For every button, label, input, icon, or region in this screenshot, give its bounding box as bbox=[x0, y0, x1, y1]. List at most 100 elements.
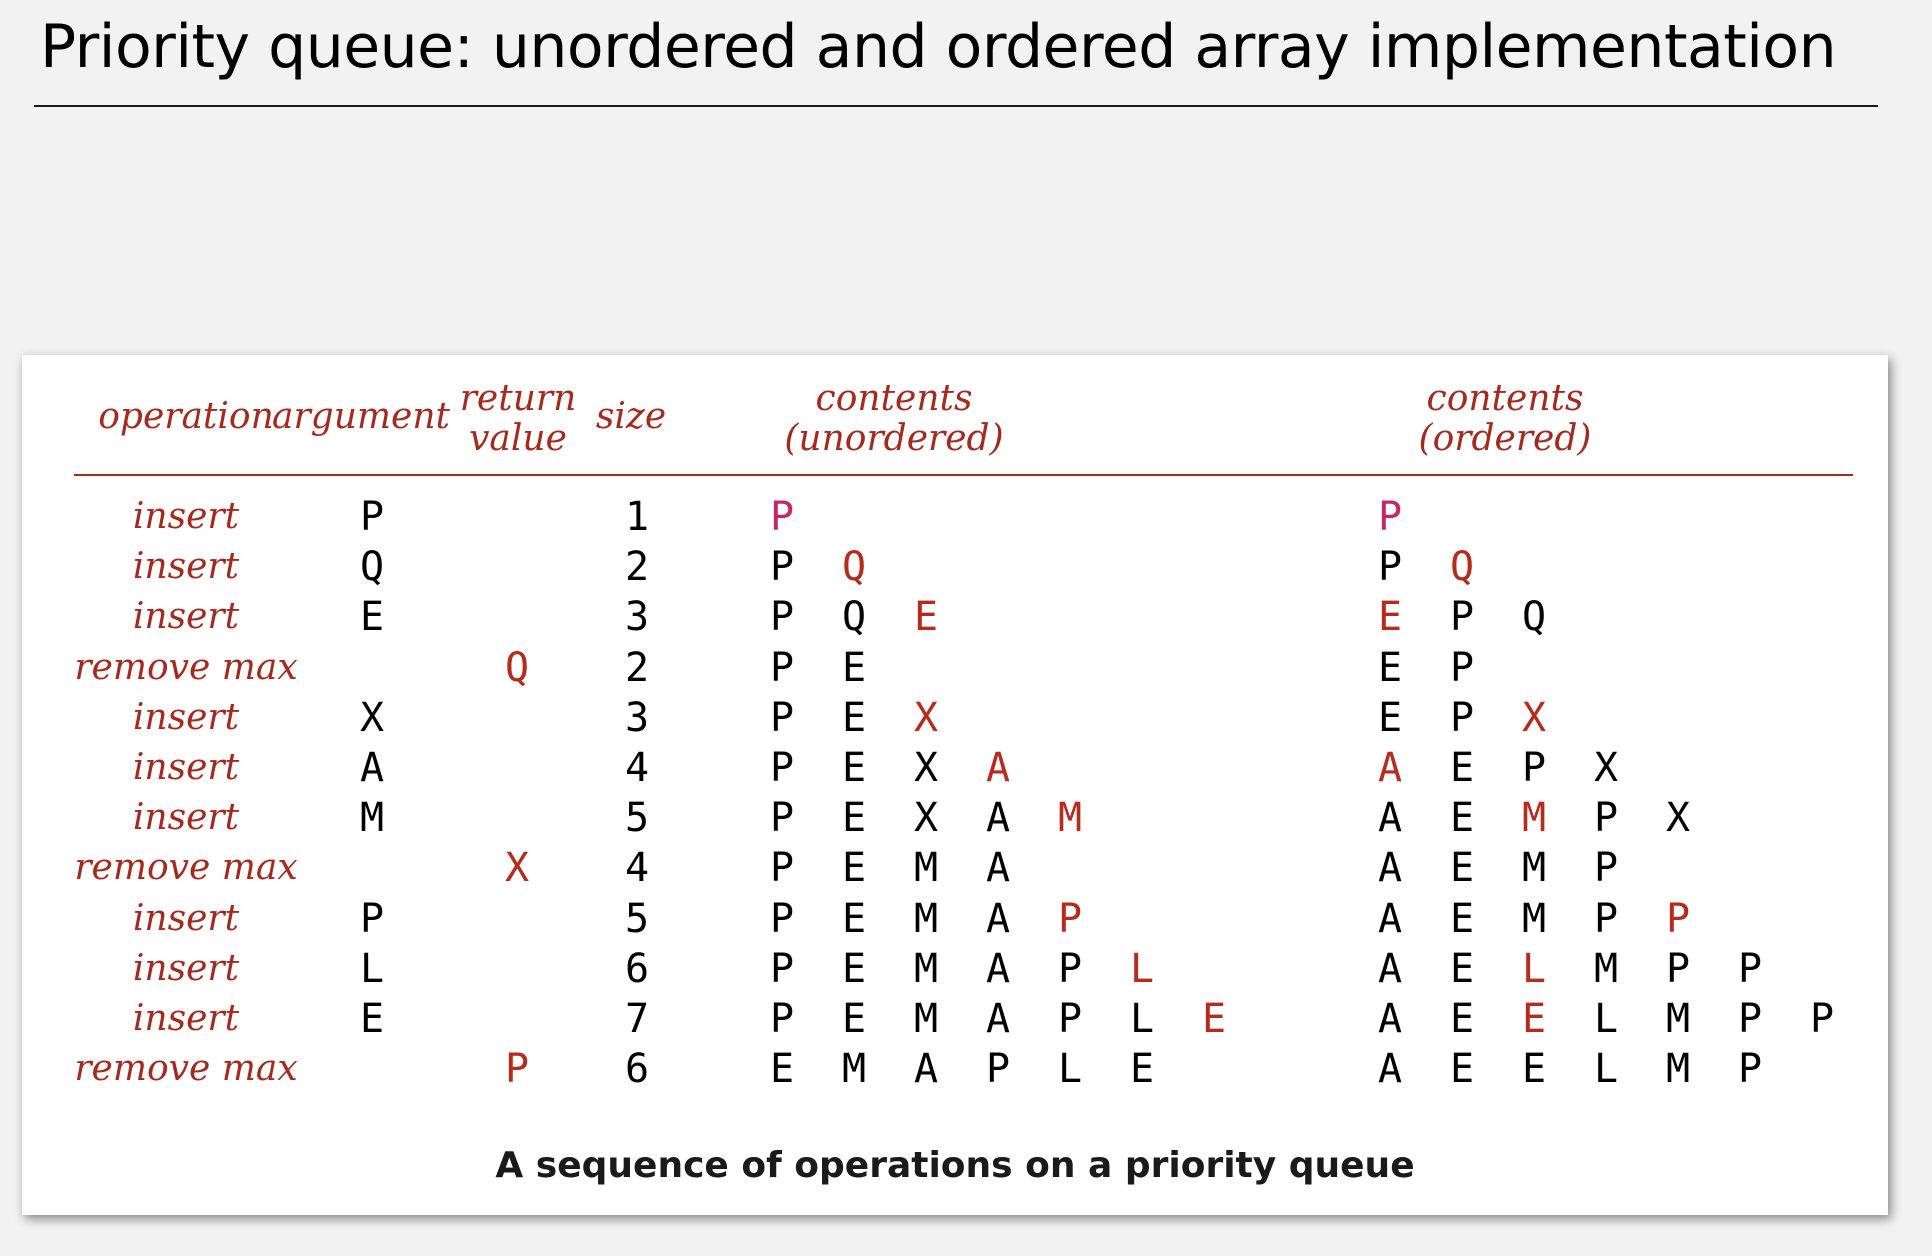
unordered-item: P bbox=[1057, 895, 1083, 942]
argument-cell: A bbox=[359, 745, 385, 791]
ordered-item: P bbox=[1593, 845, 1619, 892]
header-return-value: return value bbox=[460, 379, 577, 459]
header-return-value-line2: value bbox=[469, 418, 567, 459]
header-size-label: size bbox=[595, 396, 667, 437]
ordered-item: A bbox=[1377, 996, 1403, 1042]
operation-cell: remove max bbox=[74, 847, 298, 889]
ordered-item: A bbox=[1377, 745, 1403, 791]
header-divider bbox=[74, 474, 1853, 476]
unordered-item: M bbox=[1057, 795, 1083, 842]
unordered-item: P bbox=[769, 845, 795, 892]
argument-cell: P bbox=[359, 895, 385, 942]
operation-cell: insert bbox=[132, 696, 240, 738]
ordered-item: P bbox=[1377, 544, 1403, 591]
unordered-item: P bbox=[769, 795, 795, 842]
unordered-item: E bbox=[1201, 996, 1227, 1042]
unordered-item: M bbox=[913, 845, 939, 892]
ordered-item: E bbox=[1449, 996, 1475, 1042]
unordered-item: X bbox=[913, 795, 939, 842]
ordered-item: E bbox=[1377, 594, 1403, 641]
ordered-item: P bbox=[1809, 996, 1835, 1042]
unordered-item: P bbox=[1057, 996, 1083, 1042]
argument-cell: X bbox=[359, 694, 385, 741]
unordered-item: A bbox=[985, 945, 1011, 992]
unordered-item: P bbox=[769, 544, 795, 591]
ordered-item: A bbox=[1377, 1046, 1403, 1093]
unordered-item: M bbox=[841, 1046, 867, 1093]
ordered-item: M bbox=[1521, 845, 1547, 892]
unordered-item: M bbox=[913, 945, 939, 992]
unordered-item: P bbox=[769, 945, 795, 992]
unordered-item: L bbox=[1129, 945, 1155, 992]
unordered-item: E bbox=[841, 745, 867, 791]
unordered-item: E bbox=[841, 795, 867, 842]
unordered-item: P bbox=[769, 996, 795, 1042]
operation-cell: insert bbox=[132, 998, 240, 1039]
ordered-item: M bbox=[1521, 795, 1547, 842]
unordered-item: L bbox=[1057, 1046, 1083, 1093]
ordered-item: A bbox=[1377, 795, 1403, 842]
operation-cell: insert bbox=[132, 546, 240, 588]
header-operation: operation bbox=[98, 397, 274, 437]
operation-cell: remove max bbox=[74, 646, 298, 688]
size-cell: 1 bbox=[624, 494, 650, 540]
unordered-item: P bbox=[769, 644, 795, 691]
header-contents-ordered: contents (ordered) bbox=[1419, 379, 1592, 459]
unordered-item: P bbox=[769, 745, 795, 791]
unordered-item: A bbox=[985, 795, 1011, 842]
ordered-item: E bbox=[1377, 694, 1403, 741]
slide-title: Priority queue: unordered and ordered ar… bbox=[40, 12, 1837, 82]
return-value-cell: X bbox=[504, 845, 530, 892]
unordered-item: E bbox=[913, 594, 939, 641]
return-value-cell: Q bbox=[504, 644, 530, 691]
ordered-item: P bbox=[1665, 895, 1691, 942]
ordered-item: P bbox=[1449, 694, 1475, 741]
ordered-item: E bbox=[1449, 1046, 1475, 1093]
header-contents-unordered: contents (unordered) bbox=[784, 379, 1003, 459]
return-value-cell: P bbox=[504, 1046, 530, 1093]
figure-caption: A sequence of operations on a priority q… bbox=[495, 1145, 1415, 1186]
ordered-item: P bbox=[1521, 745, 1547, 791]
figure-panel: operation argument return value size con… bbox=[22, 355, 1888, 1215]
header-contents-unordered-line1: contents bbox=[815, 378, 973, 419]
operation-cell: insert bbox=[132, 947, 240, 989]
ordered-item: P bbox=[1737, 945, 1763, 992]
unordered-item: A bbox=[985, 895, 1011, 942]
unordered-item: A bbox=[985, 996, 1011, 1042]
header-size: size bbox=[596, 397, 666, 437]
ordered-item: Q bbox=[1521, 594, 1547, 641]
ordered-item: L bbox=[1593, 996, 1619, 1042]
argument-cell: L bbox=[359, 945, 385, 992]
ordered-item: X bbox=[1593, 745, 1619, 791]
ordered-item: M bbox=[1521, 895, 1547, 942]
unordered-item: P bbox=[985, 1046, 1011, 1093]
unordered-item: P bbox=[769, 594, 795, 641]
unordered-item: Q bbox=[841, 594, 867, 641]
unordered-item: M bbox=[913, 996, 939, 1042]
operation-cell: insert bbox=[132, 897, 240, 939]
header-contents-ordered-line1: contents bbox=[1426, 378, 1584, 419]
unordered-item: E bbox=[841, 845, 867, 892]
header-contents-unordered-line2: (unordered) bbox=[784, 418, 1004, 459]
ordered-item: P bbox=[1593, 795, 1619, 842]
ordered-item: E bbox=[1449, 845, 1475, 892]
argument-cell: E bbox=[359, 996, 385, 1042]
unordered-item: P bbox=[1057, 945, 1083, 992]
size-cell: 6 bbox=[624, 945, 650, 992]
size-cell: 3 bbox=[624, 594, 650, 641]
header-argument: argument bbox=[272, 397, 450, 437]
operation-cell: insert bbox=[132, 747, 240, 788]
ordered-item: P bbox=[1737, 996, 1763, 1042]
size-cell: 6 bbox=[624, 1046, 650, 1093]
unordered-item: M bbox=[913, 895, 939, 942]
header-argument-label: argument bbox=[272, 396, 450, 437]
ordered-item: E bbox=[1521, 1046, 1547, 1093]
unordered-item: A bbox=[985, 745, 1011, 791]
unordered-item: L bbox=[1129, 996, 1155, 1042]
unordered-item: P bbox=[769, 694, 795, 741]
argument-cell: Q bbox=[359, 544, 385, 591]
ordered-item: M bbox=[1665, 996, 1691, 1042]
size-cell: 5 bbox=[624, 895, 650, 942]
ordered-item: P bbox=[1377, 494, 1403, 540]
ordered-item: M bbox=[1665, 1046, 1691, 1093]
